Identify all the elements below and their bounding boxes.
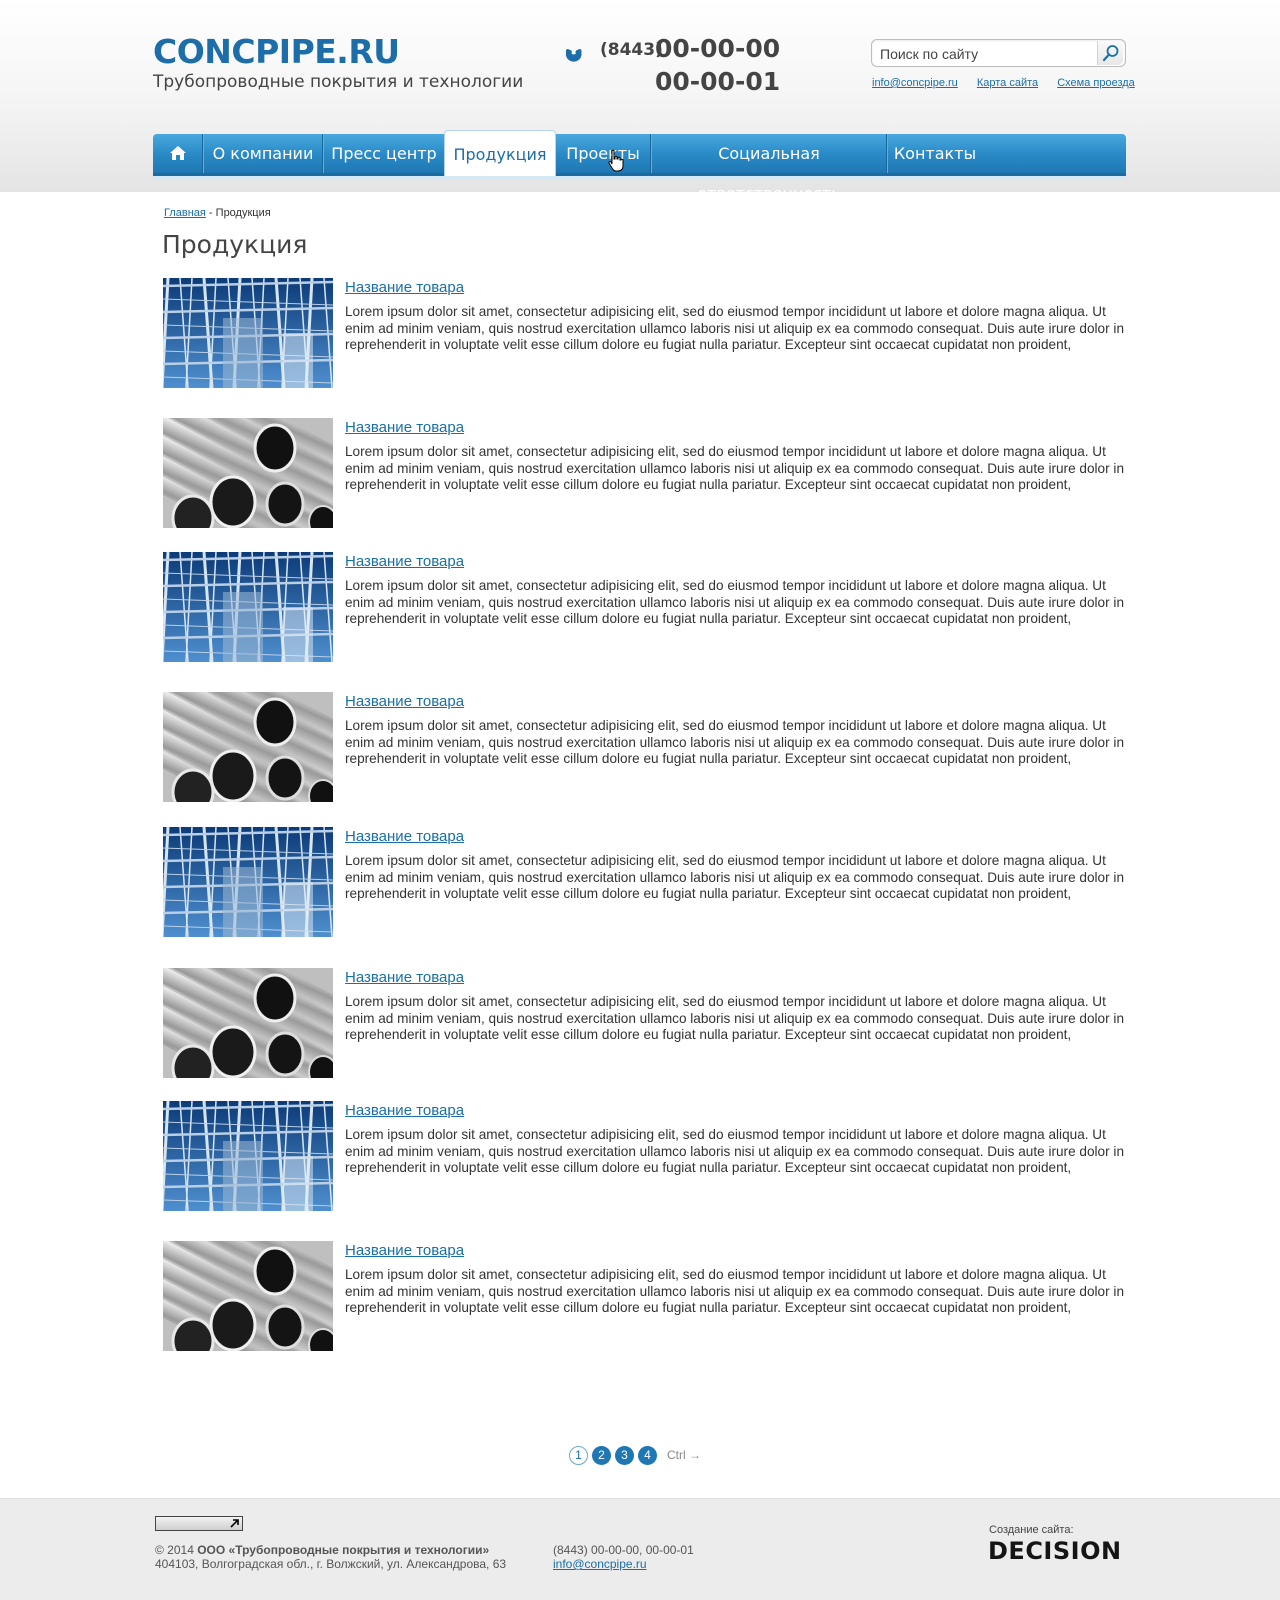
product-description: Lorem ipsum dolor sit amet, consectetur … <box>345 853 1125 901</box>
product-item: Название товара Lorem ipsum dolor sit ame… <box>163 968 1125 1080</box>
nav-item-projects[interactable]: Проекты <box>556 134 651 173</box>
product-item: Название товара Lorem ipsum dolor sit ame… <box>163 827 1125 939</box>
nav-home[interactable] <box>153 134 203 173</box>
page-2-button[interactable]: 2 <box>592 1446 611 1465</box>
header-links: info@concpipe.ru Карта сайта Схема проез… <box>872 77 1151 89</box>
product-item: Название товара Lorem ipsum dolor sit ame… <box>163 1101 1125 1213</box>
product-thumbnail[interactable] <box>163 552 333 662</box>
phone-code: (8443) <box>600 40 663 60</box>
product-item: Название товара Lorem ipsum dolor sit ame… <box>163 278 1125 390</box>
product-description: Lorem ipsum dolor sit amet, consectetur … <box>345 578 1125 626</box>
external-arrow-icon <box>230 1519 239 1528</box>
product-name-link[interactable]: Название товара <box>345 419 464 436</box>
nav-item-social[interactable]: Социальная ответственность <box>652 134 887 203</box>
page-3-button[interactable]: 3 <box>615 1446 634 1465</box>
directions-link[interactable]: Схема проезда <box>1057 77 1135 89</box>
product-description: Lorem ipsum dolor sit amet, consectetur … <box>345 718 1125 766</box>
copyright-prefix: © 2014 <box>155 1543 198 1557</box>
home-icon <box>169 146 186 160</box>
steel-pipes-image <box>163 418 333 528</box>
product-name-link[interactable]: Название товара <box>345 279 464 296</box>
nav-item-products[interactable]: Продукция <box>444 130 556 177</box>
product-item: Название товара Lorem ipsum dolor sit ame… <box>163 418 1125 530</box>
search-input[interactable] <box>880 44 1090 63</box>
page-1-button[interactable]: 1 <box>569 1446 588 1465</box>
product-name-link[interactable]: Название товара <box>345 1102 464 1119</box>
counter-badge[interactable] <box>155 1516 243 1531</box>
nav-item-press[interactable]: Пресс центр <box>324 134 445 173</box>
plant-structure-image <box>163 278 333 388</box>
phone-icon <box>565 49 582 62</box>
phone-number-2[interactable]: 00-00-01 <box>655 67 780 97</box>
footer-contacts: (8443) 00-00-00, 00-00-01 info@concpipe.… <box>553 1543 694 1571</box>
nav-item-about[interactable]: О компании <box>204 134 323 173</box>
footer-email-link[interactable]: info@concpipe.ru <box>553 1557 647 1571</box>
product-item: Название товара Lorem ipsum dolor sit ame… <box>163 692 1125 804</box>
plant-structure-image <box>163 827 333 937</box>
creator-logo[interactable]: DECISION <box>988 1537 1122 1565</box>
email-link[interactable]: info@concpipe.ru <box>872 77 958 89</box>
hand-cursor-icon <box>608 149 624 172</box>
steel-pipes-image <box>163 692 333 802</box>
product-description: Lorem ipsum dolor sit amet, consectetur … <box>345 994 1125 1042</box>
breadcrumb-separator: - <box>205 207 216 219</box>
product-name-link[interactable]: Название товара <box>345 693 464 710</box>
product-name-link[interactable]: Название товара <box>345 828 464 845</box>
product-item: Название товара Lorem ipsum dolor sit ame… <box>163 1241 1125 1353</box>
product-name-link[interactable]: Название товара <box>345 1242 464 1259</box>
page-4-button[interactable]: 4 <box>638 1446 657 1465</box>
product-thumbnail[interactable] <box>163 968 333 1078</box>
product-item: Название товара Lorem ipsum dolor sit ame… <box>163 552 1125 664</box>
search-box <box>871 39 1126 67</box>
product-thumbnail[interactable] <box>163 827 333 937</box>
product-thumbnail[interactable] <box>163 1241 333 1351</box>
product-description: Lorem ipsum dolor sit amet, consectetur … <box>345 444 1125 492</box>
product-description: Lorem ipsum dolor sit amet, consectetur … <box>345 304 1125 352</box>
pagination-ctrl-hint: Ctrl → <box>667 1448 701 1462</box>
steel-pipes-image <box>163 968 333 1078</box>
product-thumbnail[interactable] <box>163 278 333 388</box>
breadcrumb-current: Продукция <box>215 207 271 219</box>
search-icon <box>1102 45 1119 62</box>
copyright: © 2014 ООО «Трубопроводные покрытия и те… <box>155 1543 506 1571</box>
plant-structure-image <box>163 1101 333 1211</box>
footer-phones: (8443) 00-00-00, 00-00-01 <box>553 1543 694 1557</box>
phone-number-1[interactable]: 00-00-00 <box>655 34 780 64</box>
product-thumbnail[interactable] <box>163 418 333 528</box>
breadcrumb-home[interactable]: Главная <box>164 207 206 219</box>
product-thumbnail[interactable] <box>163 692 333 802</box>
product-thumbnail[interactable] <box>163 1101 333 1211</box>
sitemap-link[interactable]: Карта сайта <box>977 77 1038 89</box>
site-logo[interactable]: CONCPIPE.RU <box>153 30 400 74</box>
creator-label: Создание сайта: <box>989 1524 1074 1536</box>
steel-pipes-image <box>163 1241 333 1351</box>
site-tagline: Трубопроводные покрытия и технологии <box>153 72 524 92</box>
company-name: ООО «Трубопроводные покрытия и технологи… <box>197 1543 490 1557</box>
nav-item-contacts[interactable]: Контакты <box>888 134 982 173</box>
product-description: Lorem ipsum dolor sit amet, consectetur … <box>345 1267 1125 1315</box>
company-address: 404103, Волгоградская обл., г. Волжский,… <box>155 1557 507 1571</box>
product-description: Lorem ipsum dolor sit amet, consectetur … <box>345 1127 1125 1175</box>
site-footer: © 2014 ООО «Трубопроводные покрытия и те… <box>0 1498 1280 1600</box>
page-title: Продукция <box>162 230 308 259</box>
search-button[interactable] <box>1097 41 1123 65</box>
product-name-link[interactable]: Название товара <box>345 553 464 570</box>
main-nav: О компании Пресс центр Продукция Проекты… <box>153 130 1126 203</box>
product-name-link[interactable]: Название товара <box>345 969 464 986</box>
plant-structure-image <box>163 552 333 662</box>
site-header: CONCPIPE.RU Трубопроводные покрытия и те… <box>0 0 1280 203</box>
breadcrumb: Главная - Продукция <box>164 207 271 219</box>
